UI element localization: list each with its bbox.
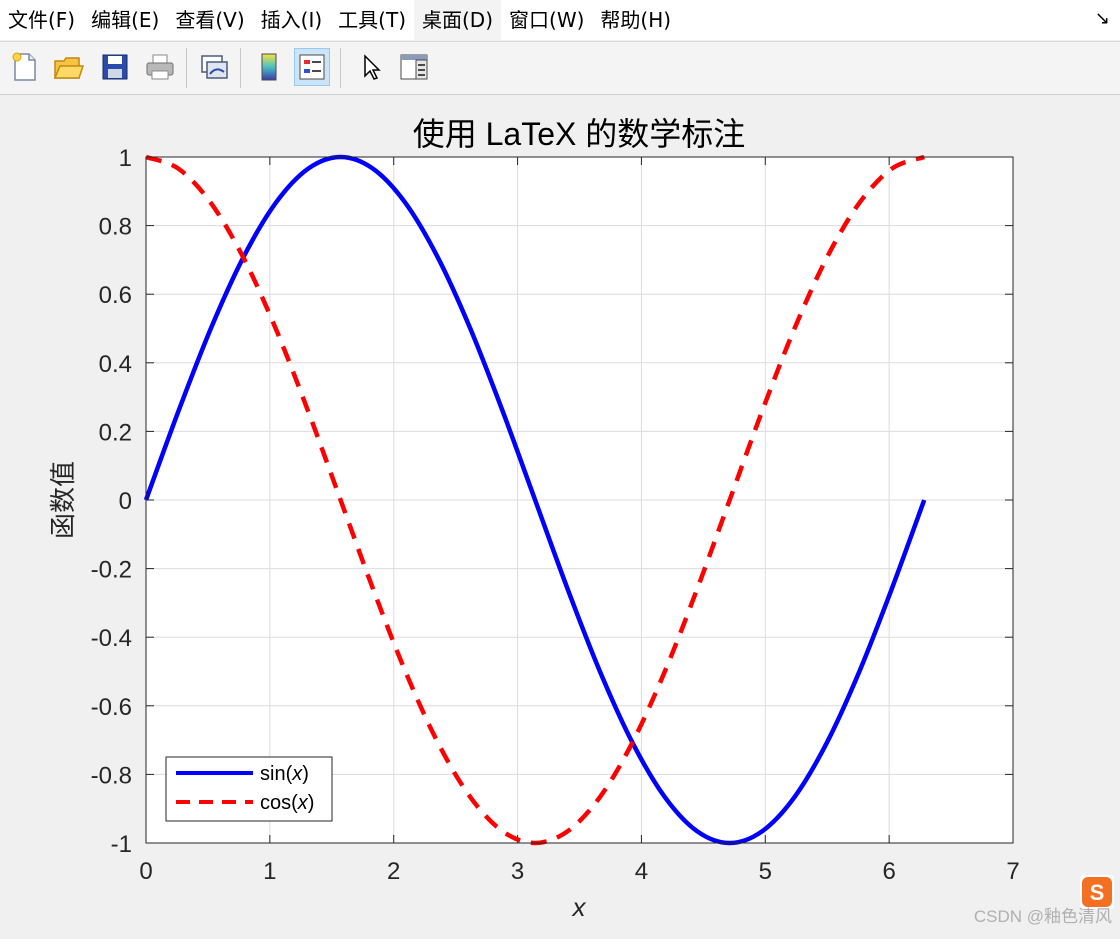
x-tick-label: 2 bbox=[387, 858, 400, 885]
chart-title: 使用 LaTeX 的数学标注 bbox=[413, 116, 746, 152]
new-file-icon bbox=[12, 52, 36, 81]
x-tick-label: 6 bbox=[882, 858, 895, 885]
menu-insert[interactable]: 插入(I) bbox=[253, 0, 331, 40]
y-tick-label: 0 bbox=[119, 488, 132, 515]
plot-svg: 0 1 2 3 4 5 6 7 1 0.8 0.6 0.4 0.2 0 -0.2 -0.4 -0.6 -0.8 -1… bbox=[48, 116, 1020, 922]
y-tick-label: -0.2 bbox=[91, 557, 132, 584]
legend-button[interactable] bbox=[294, 48, 330, 86]
menu-window[interactable]: 窗口(W) bbox=[501, 0, 592, 40]
figure-toolbar bbox=[0, 41, 1120, 95]
y-tick-label: 0.6 bbox=[99, 282, 132, 309]
figure-area: 0 1 2 3 4 5 6 7 1 0.8 0.6 0.4 0.2 0 -0.2 -0.4 -0.6 -0.8 -1… bbox=[0, 94, 1120, 935]
menu-bar: 文件(F) 编辑(E) 查看(V) 插入(I) 工具(T) 桌面(D) 窗口(W… bbox=[0, 0, 1120, 40]
colorbar-button[interactable] bbox=[251, 48, 287, 86]
floppy-disk-icon bbox=[102, 54, 128, 80]
open-file-button[interactable] bbox=[50, 48, 86, 86]
x-tick-label: 5 bbox=[759, 858, 772, 885]
pointer-button[interactable] bbox=[352, 48, 388, 86]
menu-help[interactable]: 帮助(H) bbox=[592, 0, 679, 40]
y-tick-label: 0.2 bbox=[99, 419, 132, 446]
folder-open-icon bbox=[53, 57, 84, 79]
y-tick-label: -1 bbox=[111, 831, 132, 858]
y-tick-label: -0.8 bbox=[91, 762, 132, 789]
y-tick-label: -0.6 bbox=[91, 694, 132, 721]
menu-desktop[interactable]: 桌面(D) bbox=[414, 0, 502, 40]
y-axis-label: 函数值 bbox=[48, 461, 78, 539]
x-tick-label: 3 bbox=[511, 858, 524, 885]
link-plot-button[interactable] bbox=[196, 48, 232, 86]
menu-edit[interactable]: 编辑(E) bbox=[83, 0, 167, 40]
link-plot-icon bbox=[201, 55, 228, 79]
y-tick-label: 1 bbox=[119, 145, 132, 172]
menu-file[interactable]: 文件(F) bbox=[0, 0, 83, 40]
legend-icon bbox=[299, 54, 325, 80]
property-editor-button[interactable] bbox=[396, 48, 432, 86]
pointer-arrow-icon bbox=[364, 54, 381, 80]
menu-tools[interactable]: 工具(T) bbox=[330, 0, 414, 40]
x-tick-label: 1 bbox=[263, 858, 276, 885]
printer-icon bbox=[146, 54, 174, 80]
legend[interactable]: sin(x) cos(x) bbox=[165, 756, 333, 822]
x-tick-label: 0 bbox=[139, 858, 152, 885]
x-tick-label: 4 bbox=[635, 858, 648, 885]
dock-arrow-icon[interactable]: ↘ bbox=[1095, 8, 1110, 29]
legend-label-cos: cos(x) bbox=[260, 792, 314, 814]
new-figure-button[interactable] bbox=[6, 48, 42, 86]
x-axis-label: x bbox=[571, 892, 587, 922]
y-tick-label: -0.4 bbox=[91, 625, 132, 652]
legend-label-sin: sin(x) bbox=[260, 763, 309, 785]
colorbar-icon bbox=[261, 53, 277, 81]
print-button[interactable] bbox=[142, 48, 178, 86]
save-button[interactable] bbox=[97, 48, 133, 86]
menu-view[interactable]: 查看(V) bbox=[167, 0, 252, 40]
x-tick-label: 7 bbox=[1006, 858, 1019, 885]
property-editor-icon bbox=[400, 54, 428, 80]
watermark-text: CSDN @釉色清风 bbox=[973, 907, 1112, 926]
y-tick-label: 0.4 bbox=[99, 351, 132, 378]
y-tick-label: 0.8 bbox=[99, 214, 132, 241]
